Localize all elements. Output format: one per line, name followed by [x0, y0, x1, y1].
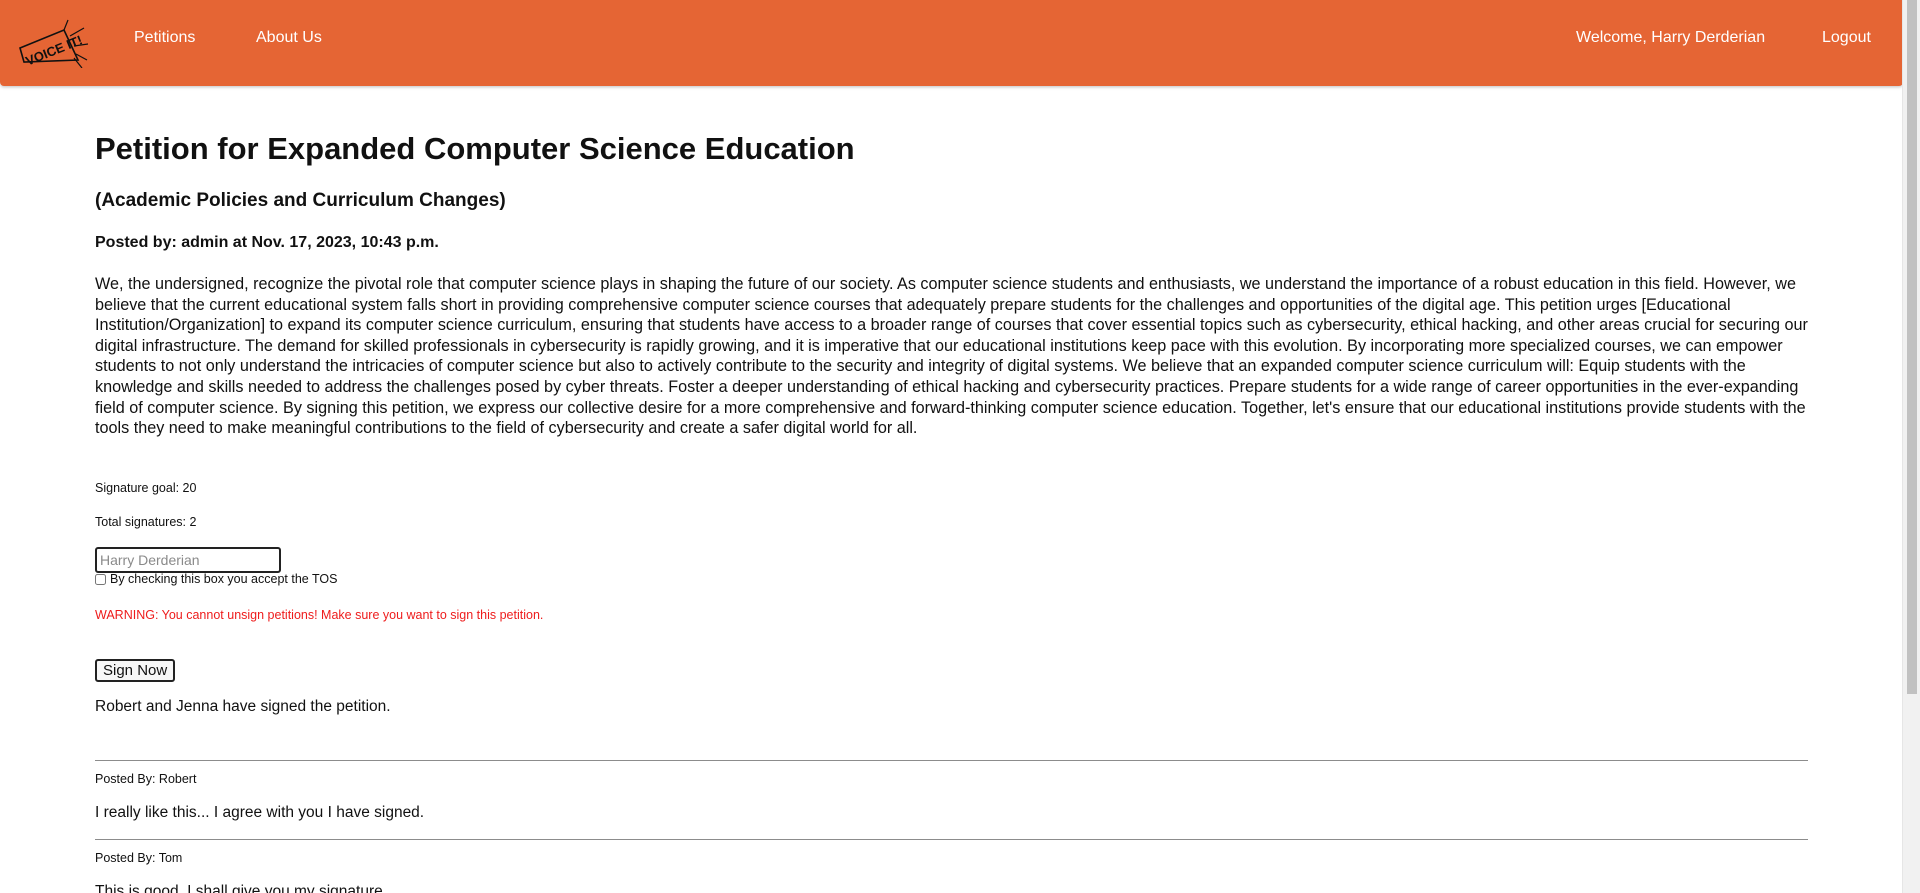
- svg-text:VOICE IT!: VOICE IT!: [23, 32, 84, 68]
- comment-divider: [95, 839, 1808, 840]
- sign-now-button[interactable]: Sign Now: [95, 659, 176, 682]
- comment-author: Posted By: Tom: [95, 851, 183, 865]
- nav-link-about-us[interactable]: About Us: [256, 29, 322, 47]
- comment-text: I really like this... I agree with you I…: [95, 804, 425, 821]
- page-scrollbar[interactable]: [1902, 0, 1920, 893]
- navbar: VOICE IT! Petitions About Us Welcome, Ha…: [0, 0, 1903, 86]
- petition-posted-by: Posted by: admin at Nov. 17, 2023, 10:43…: [95, 234, 439, 251]
- unsign-warning: WARNING: You cannot unsign petitions! Ma…: [95, 608, 544, 622]
- nav-link-petitions[interactable]: Petitions: [134, 29, 195, 47]
- comment-author: Posted By: Robert: [95, 772, 197, 786]
- total-signatures: Total signatures: 2: [95, 515, 197, 529]
- petition-category: (Academic Policies and Curriculum Change…: [95, 190, 506, 211]
- tos-row: By checking this box you accept the TOS: [95, 572, 337, 586]
- petition-title: Petition for Expanded Computer Science E…: [95, 131, 855, 166]
- page: VOICE IT! Petitions About Us Welcome, Ha…: [0, 0, 1920, 893]
- tos-checkbox[interactable]: [95, 573, 106, 585]
- signer-name-input[interactable]: [95, 547, 281, 573]
- signers-summary: Robert and Jenna have signed the petitio…: [95, 698, 391, 715]
- comment-divider: [95, 760, 1808, 761]
- tos-label: By checking this box you accept the TOS: [110, 572, 338, 586]
- welcome-user-link[interactable]: Welcome, Harry Derderian: [1576, 29, 1765, 47]
- scrollbar-thumb[interactable]: [1907, 0, 1917, 694]
- comment-text: This is good. I shall give you my signat…: [95, 883, 388, 893]
- signature-goal: Signature goal: 20: [95, 481, 197, 495]
- voice-it-logo[interactable]: VOICE IT!: [16, 14, 88, 68]
- logout-link[interactable]: Logout: [1822, 29, 1871, 47]
- petition-body: We, the undersigned, recognize the pivot…: [95, 275, 1808, 438]
